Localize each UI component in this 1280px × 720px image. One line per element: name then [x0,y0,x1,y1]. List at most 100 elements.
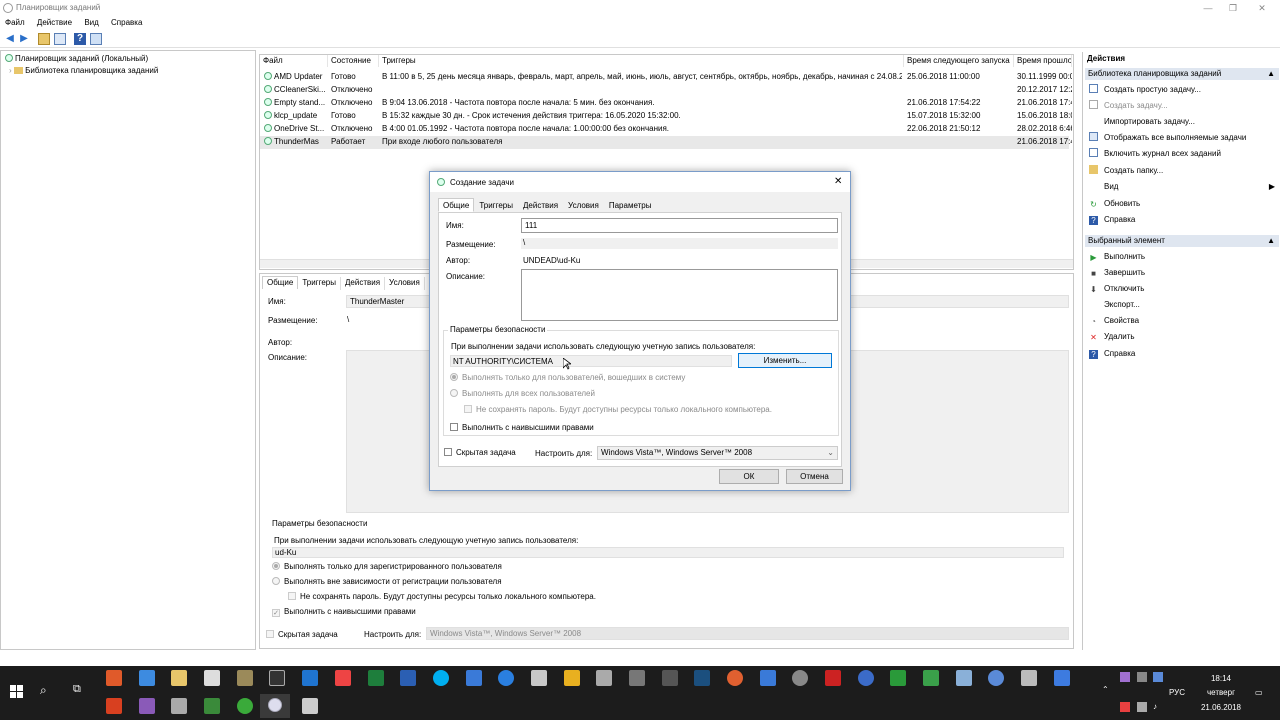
tray-app-icon-2[interactable] [1137,672,1147,682]
app-icon-15[interactable] [564,670,580,686]
app-icon-33[interactable] [171,698,187,714]
app-icon-17[interactable] [629,670,645,686]
checkbox-highest-privileges[interactable] [450,423,458,431]
app-icon-22[interactable] [792,670,808,686]
clock-time[interactable]: 18:14 [1196,674,1246,683]
menu-action[interactable]: Действие [37,18,72,27]
clock-day[interactable]: четверг [1196,688,1246,697]
col-next-run[interactable]: Время следующего запуска [904,55,1014,67]
section-selected[interactable]: Выбранный элемент ▲ [1085,235,1279,247]
radio-logged[interactable] [450,373,458,381]
app-icon-29[interactable] [1021,670,1037,686]
action-end[interactable]: ■ Завершить [1089,267,1145,281]
dialog-name-input[interactable]: 111 [521,218,838,233]
file-explorer-icon[interactable] [171,670,187,686]
forward-arrow-icon[interactable]: ▶ [18,33,30,45]
word-icon[interactable] [400,670,416,686]
checkbox-nopass[interactable] [464,405,472,413]
action-properties[interactable]: ◔ Свойства [1089,315,1139,329]
app-icon-37[interactable] [302,698,318,714]
app-icon-2[interactable] [139,670,155,686]
radio-all[interactable] [450,389,458,397]
show-tree-icon[interactable] [54,33,66,45]
app-icon-25[interactable] [890,670,906,686]
language-indicator[interactable]: РУС [1169,688,1185,697]
action-help-2[interactable]: ? Справка [1089,348,1135,362]
close-button[interactable]: ✕ [1250,1,1274,15]
excel-icon[interactable] [368,670,384,686]
app-icon-18[interactable] [662,670,678,686]
tray-app-icon-3[interactable] [1153,672,1163,682]
search-icon[interactable]: ⌕ [40,683,47,698]
scheduler-taskbar-button[interactable] [260,694,290,718]
app-icon-16[interactable] [596,670,612,686]
app-icon-24[interactable] [858,670,874,686]
tray-network-icon[interactable] [1137,702,1147,712]
action-show-running[interactable]: Отображать все выполняемые задачи [1089,132,1246,146]
action-help-1[interactable]: ? Справка [1089,214,1135,228]
col-status[interactable]: Состояние [328,55,379,67]
start-windows-icon[interactable] [10,685,24,699]
dialog-tab-triggers[interactable]: Триггеры [474,198,518,212]
tray-expand-icon[interactable]: ⌃ [1102,685,1109,694]
col-triggers[interactable]: Триггеры [379,55,904,67]
dialog-tab-general[interactable]: Общие [438,198,475,212]
dialog-tab-conditions[interactable]: Условия [563,198,604,212]
ok-button[interactable]: ОК [719,469,779,484]
table-row[interactable]: klcp_update Готово В 15:32 каждые 30 дн.… [260,110,1072,123]
table-row[interactable]: CCleanerSki... Отключено 20.12.2017 12:2 [260,84,1072,97]
table-row-selected[interactable]: ThunderMas Работает При входе любого пол… [260,136,1072,149]
action-export[interactable]: Экспорт... [1089,299,1140,313]
tab-general[interactable]: Общие [262,276,299,289]
dialog-description-input[interactable] [521,269,838,321]
action-view[interactable]: Вид ▶ [1089,181,1275,195]
app-icon-23[interactable] [825,670,841,686]
tray-app-icon-4[interactable] [1120,702,1130,712]
menu-file[interactable]: Файл [5,18,25,27]
action-refresh[interactable]: ↻ Обновить [1089,198,1140,212]
table-row[interactable]: Empty stand... Отключено В 9:04 13.06.20… [260,97,1072,110]
app-icon-8[interactable] [335,670,351,686]
tree-library[interactable]: › Библиотека планировщика заданий [9,66,158,75]
tab-conditions[interactable]: Условия [385,277,425,290]
steam-icon[interactable] [694,670,710,686]
app-icon-30[interactable] [1054,670,1070,686]
maximize-button[interactable]: ❐ [1221,1,1245,15]
task-view-icon[interactable]: ⧉ [73,683,81,696]
app-icon-27[interactable] [956,670,972,686]
tree-root[interactable]: Планировщик заданий (Локальный) [5,54,148,63]
app-icon-21[interactable] [760,670,776,686]
action-delete[interactable]: ✕ Удалить [1089,331,1134,345]
tab-triggers[interactable]: Триггеры [298,277,341,290]
app-icon-20[interactable] [727,670,743,686]
app-icon-1[interactable] [106,670,122,686]
menu-help[interactable]: Справка [111,18,142,27]
dialog-tab-params[interactable]: Параметры [604,198,657,212]
tray-volume-icon[interactable]: ♪ [1153,702,1157,711]
table-row[interactable]: AMD Updater Готово В 11:00 в 5, 25 день … [260,71,1072,84]
col-last-run[interactable]: Время прошлого [1014,55,1072,67]
dialog-close-icon[interactable]: ✕ [834,176,842,187]
col-file[interactable]: Файл [260,55,328,67]
dialog-tab-actions[interactable]: Действия [518,198,563,212]
calculator-icon[interactable] [204,670,220,686]
dialog-config-select[interactable]: Windows Vista™, Windows Server™ 2008 ⌄ [597,446,838,460]
table-row[interactable]: OneDrive St... Отключено В 4:00 01.05.19… [260,123,1072,136]
app-icon-5[interactable] [237,670,253,686]
action-create-basic[interactable]: Создать простую задачу... [1089,84,1201,98]
expand-arrow-icon[interactable]: › [9,66,12,75]
notifications-icon[interactable]: ▭ [1255,688,1263,697]
app-icon-32[interactable] [139,698,155,714]
app-icon-12[interactable] [466,670,482,686]
action-disable[interactable]: ⬇ Отключить [1089,283,1144,297]
terminal-icon[interactable] [269,670,285,686]
app-icon-14[interactable] [531,670,547,686]
action-run[interactable]: ▶ Выполнить [1089,251,1145,265]
change-user-button[interactable]: Изменить... [738,353,832,368]
app-icon-31[interactable] [106,698,122,714]
collapse-up-icon[interactable]: ▲ [1267,235,1275,247]
action-enable-log[interactable]: Включить журнал всех заданий [1089,148,1221,162]
app-icon-13[interactable] [498,670,514,686]
minimize-button[interactable]: — [1196,1,1220,15]
edge-icon[interactable] [302,670,318,686]
